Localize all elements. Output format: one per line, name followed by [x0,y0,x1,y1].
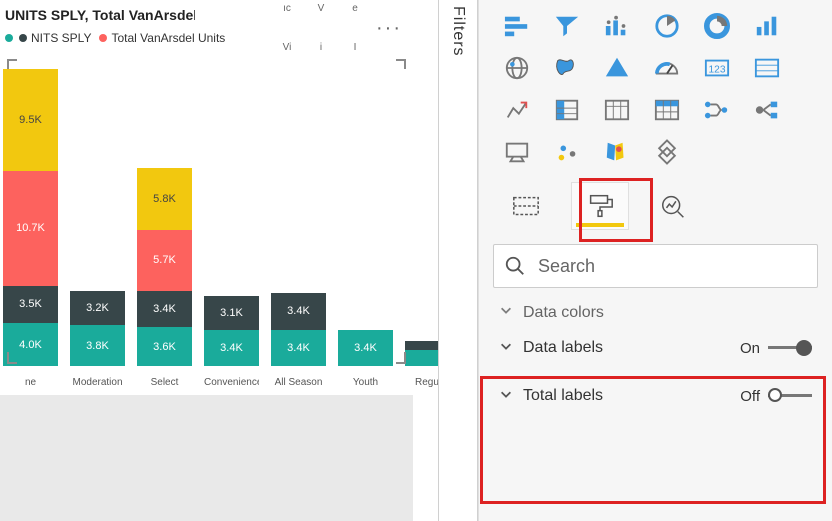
kpi-icon[interactable] [497,94,537,126]
qna-icon[interactable] [497,136,537,168]
chart-segment[interactable]: 3.8K [70,325,125,366]
chart-segment[interactable]: 3.2K [70,291,125,325]
category-label: ne [3,377,58,388]
selection-handle-tr[interactable] [394,59,406,71]
fields-tab[interactable] [497,182,555,230]
legend-dot-teal [5,34,13,42]
visual-header-tools: ıc Vi V i e I ··· [270,3,406,53]
chart-column[interactable]: 9.5K10.7K3.5K4.0K [3,63,58,366]
chart-segment[interactable]: 10.7K [3,171,58,286]
filters-pane-label: Filters [449,6,467,57]
chart-legend: NITS SPLY Total VanArsdel Units [3,31,225,45]
azure-map-icon[interactable] [597,136,637,168]
chart-segment[interactable]: 3.4K [271,330,326,366]
filters-pane-collapsed[interactable]: Filters [438,0,478,521]
category-axis: ne Moderation Select Convenience All Season Y… [3,377,408,388]
visual-card[interactable]: UNITS SPLY, Total VanArsdel U NITS SPLY … [0,0,413,395]
category-label: Moderation [70,377,125,388]
category-label: Select [137,377,192,388]
chart-segment[interactable]: 5.8K [137,168,192,230]
matrix-icon[interactable] [647,94,687,126]
filled-map-icon[interactable] [547,52,587,84]
format-search-input[interactable]: Search [493,244,818,288]
format-tab-row [497,182,814,230]
chart-segment[interactable]: 3.6K [137,327,192,366]
clustered-column-icon[interactable] [647,10,687,42]
slicer-icon[interactable] [547,94,587,126]
chevron-down-icon [499,387,513,406]
stacked-bar-icon[interactable] [497,10,537,42]
stacked-column-chart[interactable]: 9.5K10.7K3.5K4.0K3.2K3.8K5.8K5.7K3.4K3.6… [3,63,408,366]
svg-text:123: 123 [708,65,725,76]
visualization-type-grid: 123 [479,0,832,176]
clustered-bar-icon[interactable] [597,10,637,42]
chart-column[interactable]: 3.1K3.4K [204,63,259,366]
chart-column[interactable]: 3.2K3.8K [70,63,125,366]
pin-visual-button[interactable]: ıc Vi [270,3,304,53]
chart-segment[interactable]: 3.4K [204,330,259,366]
filters-applied-button[interactable]: V i [304,3,338,53]
legend-label-2: Total VanArsdel Units [111,31,225,45]
visualizations-pane: 123 Search Data colors Data labels [478,0,832,521]
paint-roller-icon [585,192,615,220]
chart-column[interactable]: 5.8K5.7K3.4K3.6K [137,63,192,366]
format-tab[interactable] [571,182,629,230]
gauge-icon[interactable] [647,52,687,84]
chart-segment[interactable]: 3.4K [137,291,192,327]
legend-label-1: NITS SPLY [31,31,91,45]
report-canvas-bg [0,395,413,521]
focus-mode-button[interactable]: e I [338,3,372,53]
chart-column[interactable]: 3.4K [338,63,393,366]
map-icon[interactable] [497,52,537,84]
toggle-state-label: On [740,340,760,357]
chart-segment[interactable]: 3.4K [338,330,393,366]
search-icon [504,255,526,277]
key-influencers-icon[interactable] [547,136,587,168]
category-label: Youth [338,377,393,388]
section-label: Data colors [523,304,604,322]
card-icon[interactable]: 123 [697,52,737,84]
stacked-column-icon[interactable] [547,10,587,42]
search-placeholder: Search [538,256,595,277]
chart-segment[interactable]: 3.4K [271,293,326,329]
toggle-state-label: Off [740,388,760,405]
more-options-button[interactable]: ··· [372,15,406,42]
chart-segment[interactable]: 3.1K [204,296,259,329]
shape-map-icon[interactable] [597,52,637,84]
data-labels-toggle[interactable] [768,340,812,356]
section-total-labels[interactable]: Total labels Off [489,372,822,420]
selection-handle-tl[interactable] [7,59,19,71]
section-data-colors[interactable]: Data colors [489,298,822,324]
analytics-tab[interactable] [645,182,703,230]
chart-title: UNITS SPLY, Total VanArsdel U [5,7,195,23]
decomposition-icon[interactable] [747,94,787,126]
category-label: Convenience [204,377,259,388]
category-label: All Season [271,377,326,388]
chart-segment[interactable]: 3.5K [3,286,58,324]
section-data-labels[interactable]: Data labels On [489,324,822,372]
selection-handle-br[interactable] [394,352,406,364]
chevron-down-icon [499,339,513,358]
total-labels-toggle[interactable] [768,388,812,404]
chart-segment[interactable]: 5.7K [137,230,192,291]
multirow-card-icon[interactable] [747,52,787,84]
r-visual-icon[interactable] [697,94,737,126]
chevron-down-icon [499,303,513,322]
legend-dot-slate [19,34,27,42]
chart-column[interactable]: 3.4K3.4K [271,63,326,366]
section-label: Data labels [523,339,603,357]
chart-segment[interactable]: 9.5K [3,69,58,171]
selection-handle-bl[interactable] [7,352,19,364]
paginated-icon[interactable] [647,136,687,168]
legend-dot-red [99,34,107,42]
magnifier-chart-icon [659,192,689,220]
table-icon[interactable] [597,94,637,126]
section-label: Total labels [523,387,603,405]
donut-icon[interactable] [747,10,787,42]
pie-icon[interactable] [697,10,737,42]
